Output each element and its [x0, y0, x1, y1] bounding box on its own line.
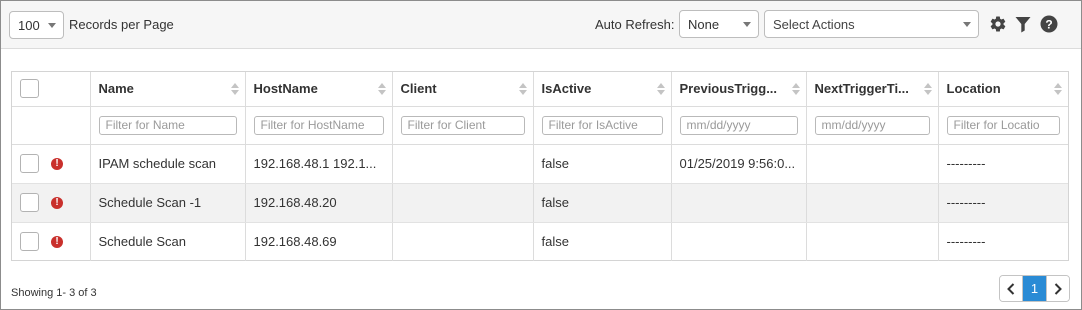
select-actions-dropdown[interactable]: Select Actions — [764, 10, 979, 38]
cell-previous-trigger — [671, 222, 807, 261]
cell-client — [392, 222, 534, 261]
cell-location: --------- — [938, 144, 1068, 184]
row-checkbox[interactable] — [20, 154, 39, 173]
cell-name: Schedule Scan — [90, 222, 246, 261]
filter-row — [12, 106, 1068, 145]
filter-name-input[interactable] — [98, 115, 237, 135]
sort-icon[interactable] — [230, 83, 239, 95]
cell-name: IPAM schedule scan — [90, 144, 246, 184]
page-size-select[interactable]: 100 — [9, 11, 64, 39]
column-header-name[interactable]: Name — [90, 72, 246, 107]
filter-cell-empty — [12, 106, 91, 145]
column-header-previous-trigger[interactable]: PreviousTrigg... — [671, 72, 807, 107]
column-label: HostName — [253, 81, 318, 97]
cell-client — [392, 183, 534, 223]
select-all-header — [12, 72, 91, 107]
auto-refresh-label: Auto Refresh: — [595, 17, 675, 32]
toolbar: 100 Records per Page Auto Refresh: None … — [1, 1, 1081, 49]
cell-name: Schedule Scan -1 — [90, 183, 246, 223]
sort-icon[interactable] — [518, 83, 527, 95]
help-icon[interactable]: ? — [1039, 14, 1059, 34]
cell-next-trigger — [806, 144, 939, 184]
auto-refresh-value: None — [688, 16, 720, 32]
cell-isactive: false — [533, 183, 672, 223]
prev-page-button[interactable] — [1000, 276, 1023, 301]
column-header-isactive[interactable]: IsActive — [533, 72, 672, 107]
warning-icon: ! — [51, 196, 63, 209]
warning-icon: ! — [51, 235, 63, 248]
cell-isactive: false — [533, 144, 672, 184]
row-select-cell: ! — [12, 222, 91, 261]
svg-text:?: ? — [1045, 18, 1052, 32]
row-checkbox[interactable] — [20, 193, 39, 212]
filter-hostname-input[interactable] — [253, 115, 384, 135]
showing-count: Showing 1- 3 of 3 — [11, 287, 97, 299]
table-row[interactable]: ! Schedule Scan -1 192.168.48.20 false -… — [12, 183, 1068, 223]
table-row[interactable]: ! Schedule Scan 192.168.48.69 false ----… — [12, 222, 1068, 261]
row-checkbox[interactable] — [20, 232, 39, 252]
sort-icon[interactable] — [377, 83, 386, 95]
filter-icon[interactable] — [1013, 14, 1033, 34]
cell-hostname: 192.168.48.1 192.1... — [245, 144, 393, 184]
sort-icon[interactable] — [656, 83, 665, 95]
grid-panel: 100 Records per Page Auto Refresh: None … — [0, 0, 1082, 310]
column-header-client[interactable]: Client — [392, 72, 534, 107]
select-actions-placeholder: Select Actions — [773, 16, 855, 32]
cell-previous-trigger — [671, 183, 807, 223]
filter-next-date-input[interactable] — [814, 115, 930, 135]
cell-location: --------- — [938, 183, 1068, 223]
column-label: Client — [400, 81, 437, 97]
sort-icon[interactable] — [923, 83, 932, 95]
filter-location-input[interactable] — [946, 115, 1060, 135]
pagination: 1 — [999, 275, 1070, 302]
cell-isactive: false — [533, 222, 672, 261]
column-header-location[interactable]: Location — [938, 72, 1068, 107]
cell-client — [392, 144, 534, 184]
select-all-checkbox[interactable] — [20, 79, 39, 99]
page-number-button[interactable]: 1 — [1023, 276, 1046, 301]
column-header-hostname[interactable]: HostName — [245, 72, 393, 107]
column-label: NextTriggerTi... — [814, 81, 909, 97]
next-page-button[interactable] — [1046, 276, 1069, 301]
warning-icon: ! — [51, 157, 63, 170]
cell-previous-trigger: 01/25/2019 9:56:0... — [671, 144, 807, 184]
row-select-cell: ! — [12, 183, 91, 223]
column-header-next-trigger[interactable]: NextTriggerTi... — [806, 72, 939, 107]
chevron-down-icon — [48, 23, 56, 28]
records-per-page-label: Records per Page — [69, 17, 174, 32]
chevron-right-icon — [1054, 282, 1062, 295]
cell-hostname: 192.168.48.69 — [245, 222, 393, 261]
cell-next-trigger — [806, 183, 939, 223]
chevron-left-icon — [1007, 282, 1015, 295]
sort-icon[interactable] — [791, 83, 800, 95]
data-grid: Name HostName Client IsActive PreviousTr… — [11, 71, 1069, 261]
row-select-cell: ! — [12, 144, 91, 184]
cell-next-trigger — [806, 222, 939, 261]
chevron-down-icon — [743, 22, 751, 27]
filter-client-input[interactable] — [400, 115, 525, 135]
cell-location: --------- — [946, 234, 986, 250]
column-label: IsActive — [541, 81, 592, 97]
table-row[interactable]: ! IPAM schedule scan 192.168.48.1 192.1.… — [12, 144, 1068, 184]
filter-isactive-input[interactable] — [541, 115, 663, 135]
auto-refresh-select[interactable]: None — [679, 10, 759, 38]
column-label: Name — [98, 81, 134, 97]
page-size-value: 100 — [18, 17, 40, 33]
column-label: PreviousTrigg... — [679, 81, 778, 97]
chevron-down-icon — [963, 22, 971, 27]
filter-previous-date-input[interactable] — [679, 115, 798, 135]
column-label: Location — [946, 81, 1001, 97]
gear-icon[interactable] — [988, 14, 1008, 34]
cell-hostname: 192.168.48.20 — [245, 183, 393, 223]
sort-icon[interactable] — [1054, 83, 1062, 95]
